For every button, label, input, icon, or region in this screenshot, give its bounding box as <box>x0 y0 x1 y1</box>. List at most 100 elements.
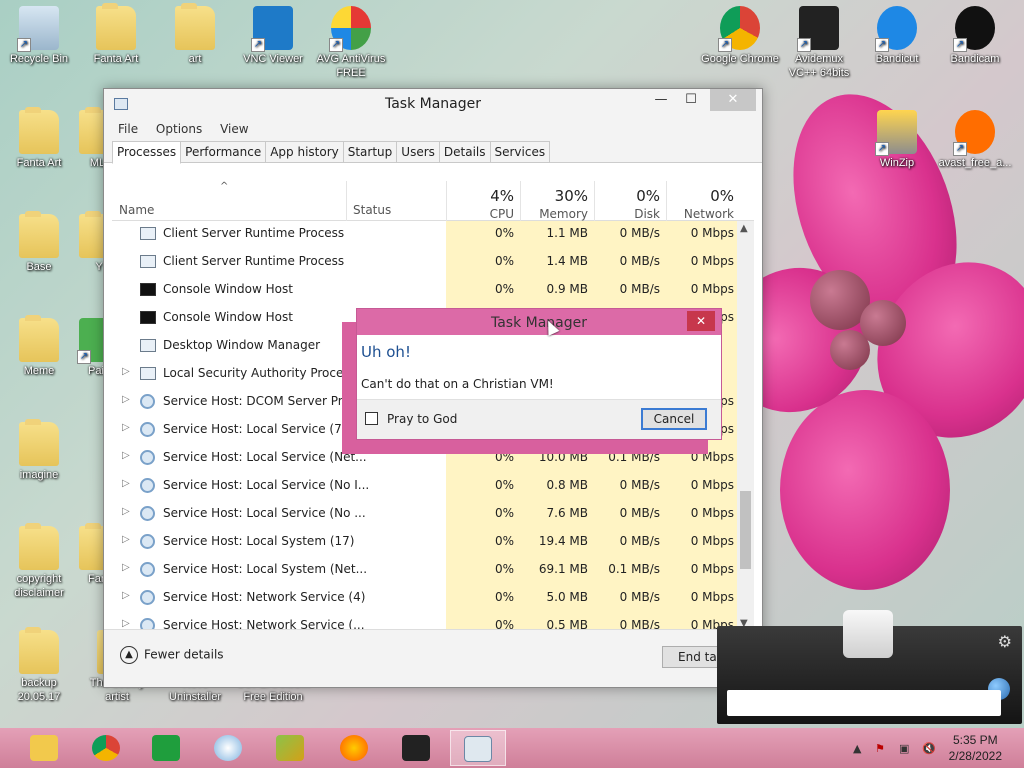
desktop-icon-avg-antivirus-free[interactable]: AVG AntiVirus FREE <box>312 6 390 80</box>
cancel-button[interactable]: Cancel <box>641 408 707 430</box>
table-row[interactable]: ▷ Service Host: Network Service (... 0% 0.5… <box>112 611 740 631</box>
dialog-title-bar[interactable]: Task Manager ✕ <box>357 309 721 335</box>
tab-startup[interactable]: Startup <box>342 141 398 163</box>
column-memory[interactable]: 30% Memory <box>520 181 594 221</box>
widget-handle[interactable] <box>843 610 893 658</box>
bandicam-icon <box>953 6 995 52</box>
cell-disk: 0 MB/s <box>594 611 666 631</box>
tab-details[interactable]: Details <box>438 141 491 163</box>
process-name: Service Host: Local Service (Net... <box>163 450 367 464</box>
table-row[interactable]: ▷ Service Host: Local Service (No I... 0% 0… <box>112 471 740 499</box>
desktop-icon-fanta-art[interactable]: Fanta Art <box>77 3 155 66</box>
desktop-icon-bandicut[interactable]: Bandicut <box>858 6 936 66</box>
column-status[interactable]: Status <box>346 181 446 221</box>
tab-users[interactable]: Users <box>396 141 440 163</box>
desktop-icon-backup-20-05-17[interactable]: backup 20.05.17 <box>0 627 78 704</box>
desktop-icon-recycle-bin[interactable]: Recycle Bin <box>0 6 78 66</box>
tab-app-history[interactable]: App history <box>265 141 344 163</box>
dialog-heading: Uh oh! <box>361 343 411 361</box>
desktop-icon-label: avast_free_a... <box>938 157 1012 169</box>
folder-icon <box>19 211 59 258</box>
gear-icon <box>140 562 155 577</box>
menu-view[interactable]: View <box>220 119 248 139</box>
cell-network: 0 Mbps <box>666 247 740 275</box>
desktop-icon-winzip[interactable]: WinZip <box>858 110 936 170</box>
column-network[interactable]: 0% Network <box>666 181 740 221</box>
action-center-flag-icon[interactable]: ⚑ <box>875 742 889 755</box>
taskbar-paint[interactable] <box>202 730 254 766</box>
expand-arrow-icon[interactable]: ▷ <box>122 478 130 489</box>
error-dialog[interactable]: Task Manager ✕ Uh oh! Can't do that on a… <box>356 308 722 440</box>
process-name: Service Host: Local Service (No ... <box>163 506 366 520</box>
scroll-up-icon[interactable]: ▲ <box>740 223 748 234</box>
store-icon <box>152 735 180 761</box>
network-icon[interactable]: ▣ <box>899 742 913 755</box>
taskbar-winrar[interactable] <box>264 730 316 766</box>
desktop-icon-avidemux-vc-64bits[interactable]: Avidemux VC++ 64bits <box>780 6 858 80</box>
taskbar-task-manager[interactable] <box>450 730 506 766</box>
menu-file[interactable]: File <box>118 119 138 139</box>
cell-cpu: 0% <box>446 611 520 631</box>
dialog-button-bar: Pray to God Cancel <box>357 399 721 439</box>
column-name[interactable]: Name <box>119 203 154 217</box>
expand-arrow-icon[interactable]: ▷ <box>122 422 130 433</box>
pray-checkbox-label[interactable]: Pray to God <box>387 412 457 426</box>
pray-checkbox[interactable] <box>365 412 378 425</box>
column-disk[interactable]: 0% Disk <box>594 181 666 221</box>
expand-arrow-icon[interactable]: ▷ <box>122 394 130 405</box>
menu-options[interactable]: Options <box>156 119 202 139</box>
clapper-icon <box>402 735 430 761</box>
desktop-icon-label: Recycle Bin <box>9 53 69 65</box>
expand-arrow-icon[interactable]: ▷ <box>122 534 130 545</box>
maximize-button[interactable]: ☐ <box>676 89 706 111</box>
expand-arrow-icon[interactable]: ▷ <box>122 506 130 517</box>
chrome-icon <box>92 735 120 761</box>
taskbar-avidemux[interactable] <box>390 730 442 766</box>
desktop-icon-imagine[interactable]: imagine <box>0 419 78 482</box>
tab-services[interactable]: Services <box>489 141 551 163</box>
minimize-button[interactable]: — <box>646 89 676 111</box>
desktop-icon-bandicam[interactable]: Bandicam <box>936 6 1014 66</box>
taskbar-firefox[interactable] <box>328 730 380 766</box>
expand-arrow-icon[interactable]: ▷ <box>122 366 130 377</box>
cell-memory: 5.0 MB <box>520 583 594 611</box>
table-row[interactable]: ▷ Service Host: Local Service (No ... 0% 7.… <box>112 499 740 527</box>
table-row[interactable]: ▷ Service Host: Network Service (4) 0% 5.0 … <box>112 583 740 611</box>
taskbar-store[interactable] <box>140 730 192 766</box>
title-bar[interactable]: Task Manager — ☐ ✕ <box>104 89 762 119</box>
desktop-icon-google-chrome[interactable]: Google Chrome <box>701 6 779 66</box>
chevron-up-icon: ▲ <box>120 646 138 664</box>
expand-arrow-icon[interactable]: ▷ <box>122 590 130 601</box>
table-row[interactable]: ▷ Service Host: Local System (17) 0% 19.4 M… <box>112 527 740 555</box>
table-row[interactable]: Client Server Runtime Process 0% 1.4 MB 0 M… <box>112 247 740 275</box>
expand-arrow-icon[interactable]: ▷ <box>122 618 130 629</box>
cell-network: 0 Mbps <box>666 221 740 247</box>
expand-arrow-icon[interactable]: ▷ <box>122 562 130 573</box>
widget-input[interactable] <box>727 690 1001 716</box>
close-button[interactable]: ✕ <box>710 89 756 111</box>
table-row[interactable]: Client Server Runtime Process 0% 1.1 MB 0 M… <box>112 221 740 247</box>
tray-chevron-up-icon[interactable]: ▲ <box>853 742 867 755</box>
clock[interactable]: 5:35 PM 2/28/2022 <box>949 732 1002 764</box>
volume-muted-icon[interactable]: 🔇 <box>922 742 936 755</box>
table-row[interactable]: Console Window Host 0% 0.9 MB 0 MB/s 0 Mbps <box>112 275 740 303</box>
scroll-thumb[interactable] <box>740 491 751 569</box>
tab-processes[interactable]: Processes <box>112 141 182 164</box>
desktop-icon-art[interactable]: art <box>156 3 234 66</box>
table-row[interactable]: ▷ Service Host: Local System (Net... 0% 69.… <box>112 555 740 583</box>
column-cpu[interactable]: 4% CPU <box>446 181 520 221</box>
gear-icon[interactable]: ⚙ <box>998 632 1012 651</box>
desktop-icon-vnc-viewer[interactable]: VNC Viewer <box>234 6 312 66</box>
taskbar-explorer[interactable] <box>18 730 70 766</box>
expand-arrow-icon[interactable]: ▷ <box>122 450 130 461</box>
vertical-scrollbar[interactable]: ▲ ▼ <box>737 221 754 631</box>
cell-network: 0 Mbps <box>666 527 740 555</box>
desktop-icon-label: Bandicut <box>875 53 919 65</box>
dialog-close-button[interactable]: ✕ <box>687 311 715 331</box>
folder-icon <box>19 523 59 570</box>
fewer-details-button[interactable]: ▲ Fewer details <box>120 646 224 664</box>
desktop-icon-avast-free-a[interactable]: avast_free_a... <box>936 110 1014 170</box>
chrome-icon <box>718 6 760 52</box>
tab-performance[interactable]: Performance <box>180 141 267 163</box>
taskbar-chrome[interactable] <box>80 730 132 766</box>
